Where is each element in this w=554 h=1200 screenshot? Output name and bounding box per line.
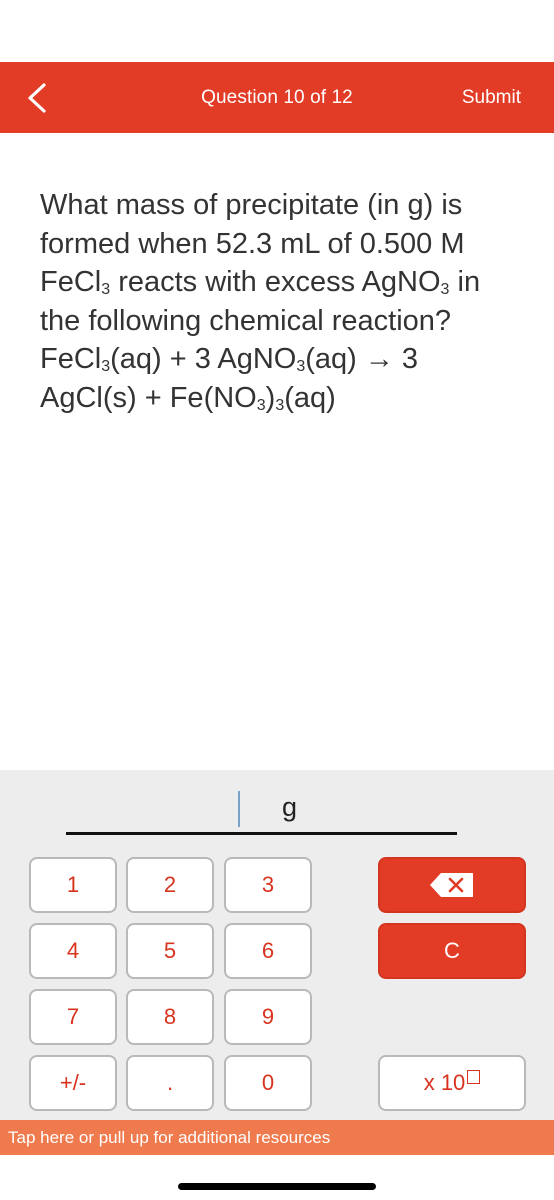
backspace-icon [430,873,473,897]
home-indicator[interactable] [178,1183,376,1190]
text-cursor [238,791,240,827]
key-8[interactable]: 8 [126,989,214,1045]
key-1[interactable]: 1 [29,857,117,913]
formula-text: (aq) [284,381,336,414]
additional-resources-bar[interactable]: Tap here or pull up for additional resou… [0,1120,554,1155]
formula-text: reacts with excess AgNO [110,266,441,298]
question-line: the following chemical reaction? [40,304,452,337]
subscript: 3 [296,358,306,375]
subscript: 3 [256,396,266,414]
key-5[interactable]: 5 [126,923,214,979]
status-bar [0,0,554,62]
backspace-button[interactable] [378,857,526,913]
key-decimal[interactable]: . [126,1055,214,1111]
times-ten-label: x 10 [423,1070,466,1095]
formula-text: FeCl [40,343,102,375]
subscript: 3 [101,358,111,375]
key-7[interactable]: 7 [29,989,117,1045]
formula-text: FeCl [40,266,102,298]
question-line: formed when 52.3 mL of 0.500 M [40,227,465,260]
key-4[interactable]: 4 [29,923,117,979]
top-nav-bar: Question 10 of 12 Submit [0,62,554,133]
reaction-equation-line: AgCl(s) + Fe(NO3)3(aq) [40,379,520,418]
unit-label: g [282,792,298,822]
exponent-box-icon [467,1070,481,1084]
subscript: 3 [275,396,285,414]
key-6[interactable]: 6 [224,923,312,979]
key-0[interactable]: 0 [224,1055,312,1111]
reaction-equation-line: FeCl3(aq) + 3 AgNO3(aq) → 3 [40,340,520,379]
question-line: What mass of precipitate (in g) is [40,189,463,221]
question-text: What mass of precipitate (in g) is forme… [40,186,520,417]
question-line: FeCl3 reacts with excess AgNO3 in [40,263,520,302]
key-2[interactable]: 2 [126,857,214,913]
formula-text: in [449,266,481,298]
formula-text: AgCl(s) + Fe(NO [40,381,257,414]
answer-underline [66,832,457,835]
chevron-left-icon [28,83,46,113]
formula-text: (aq) + 3 AgNO [110,343,297,375]
key-plus-minus[interactable]: +/- [29,1055,117,1111]
clear-button[interactable]: C [378,923,526,979]
scientific-notation-button[interactable]: x 10 [378,1055,526,1111]
answer-input[interactable]: g [66,787,457,831]
key-9[interactable]: 9 [224,989,312,1045]
subscript: 3 [101,281,111,298]
formula-text: (aq) → 3 [305,343,419,375]
submit-button[interactable]: Submit [462,62,521,133]
formula-text: ) [265,381,276,414]
question-counter-text: Question 10 of 12 [201,87,353,108]
key-3[interactable]: 3 [224,857,312,913]
back-button[interactable] [22,82,52,114]
